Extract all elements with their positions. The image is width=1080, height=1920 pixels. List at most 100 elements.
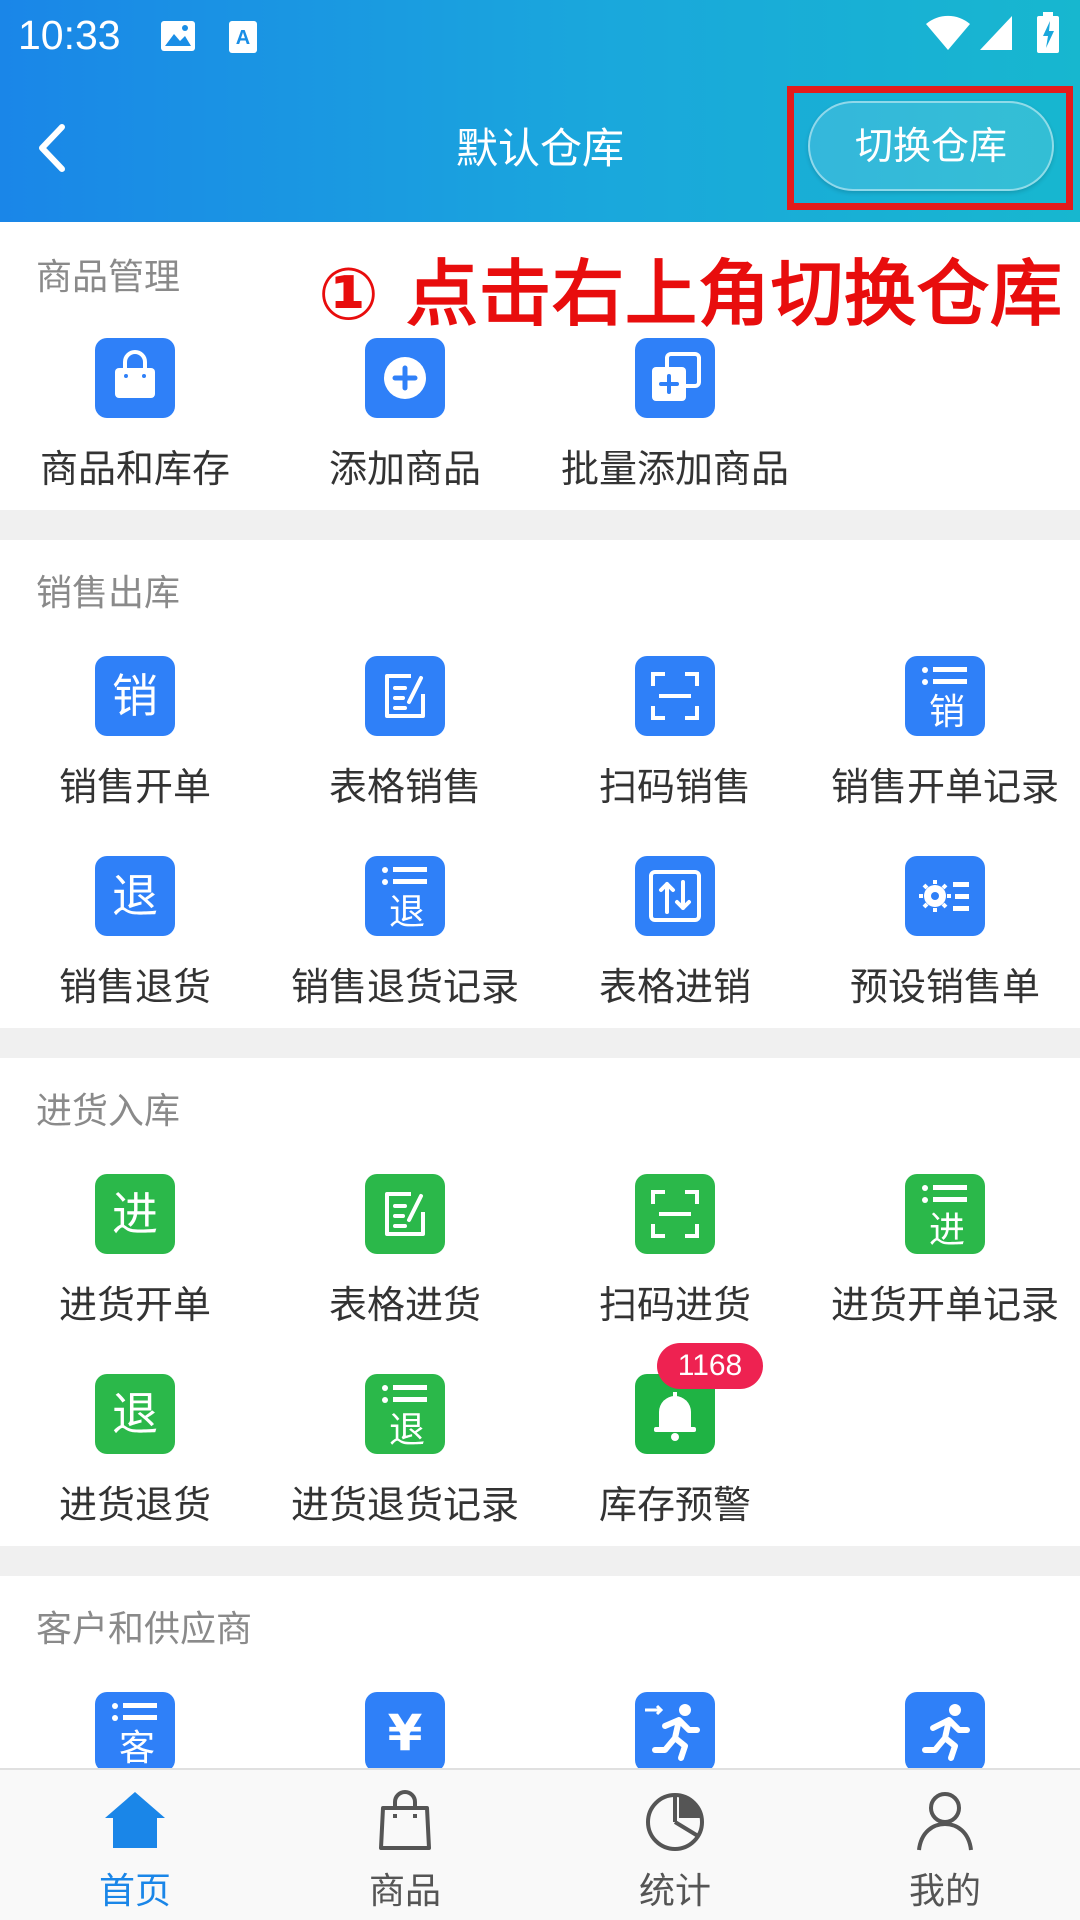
section-title: 商品管理 bbox=[36, 257, 181, 298]
shopping-bag-icon bbox=[95, 338, 175, 418]
tile-scan-purchase[interactable]: 扫码进货 bbox=[540, 1174, 810, 1334]
svg-text:销: 销 bbox=[112, 669, 158, 723]
section-divider bbox=[0, 1546, 1080, 1576]
copy-plus-icon bbox=[635, 338, 715, 418]
tile-label: 进货开单 bbox=[58, 1283, 211, 1327]
svg-text:退: 退 bbox=[112, 869, 158, 923]
tab-home[interactable]: 首页 bbox=[0, 1770, 270, 1920]
tile-sales-order-records[interactable]: 销 销售开单记录 bbox=[810, 656, 1080, 816]
tile-label: 扫码进货 bbox=[598, 1283, 751, 1327]
svg-text:进: 进 bbox=[929, 1210, 965, 1251]
tile-purchase-order[interactable]: 进 进货开单 bbox=[0, 1174, 270, 1334]
status-bar: 10:33 A bbox=[0, 0, 1080, 75]
tile-label: 表格进货 bbox=[328, 1283, 481, 1327]
tile-table-sales[interactable]: 表格销售 bbox=[270, 656, 540, 816]
tile-label: 表格销售 bbox=[328, 765, 481, 809]
svg-text:客: 客 bbox=[119, 1728, 155, 1769]
home-icon bbox=[103, 1788, 167, 1852]
sale-glyph-icon: 销 bbox=[95, 656, 175, 736]
tile-label: 进货开单记录 bbox=[830, 1283, 1059, 1327]
tab-me[interactable]: 我的 bbox=[810, 1770, 1080, 1920]
runner-icon bbox=[905, 1692, 985, 1772]
pie-chart-icon bbox=[643, 1788, 707, 1852]
return-list-icon: 退 bbox=[365, 856, 445, 936]
tab-label: 我的 bbox=[908, 1871, 981, 1912]
svg-text:退: 退 bbox=[389, 892, 425, 933]
user-icon bbox=[913, 1788, 977, 1852]
header: 10:33 A 默认仓库 切换仓库 bbox=[0, 0, 1080, 222]
tile-purchase-return-records[interactable]: 退 进货退货记录 bbox=[270, 1374, 540, 1534]
tab-label: 首页 bbox=[98, 1871, 171, 1912]
tile-add-goods[interactable]: 添加商品 bbox=[270, 338, 540, 498]
svg-text:退: 退 bbox=[389, 1410, 425, 1451]
return-glyph-icon: 退 bbox=[95, 1374, 175, 1454]
tile-label: 添加商品 bbox=[328, 447, 481, 491]
nav-bar: 默认仓库 切换仓库 bbox=[0, 75, 1080, 222]
scan-icon bbox=[635, 656, 715, 736]
purchase-list-icon: 进 bbox=[905, 1174, 985, 1254]
runner-arrow-icon bbox=[635, 1692, 715, 1772]
tile-table-purchase[interactable]: 表格进货 bbox=[270, 1174, 540, 1334]
tile-table-in-out[interactable]: 表格进销 bbox=[540, 856, 810, 1016]
tile-label: 销售开单 bbox=[58, 765, 211, 809]
bottom-tab-bar: 首页 商品 统计 我的 bbox=[0, 1768, 1080, 1920]
swap-arrows-icon bbox=[635, 856, 715, 936]
svg-text:销: 销 bbox=[929, 692, 965, 733]
section-title: 客户和供应商 bbox=[36, 1609, 253, 1650]
tile-label: 批量添加商品 bbox=[560, 447, 789, 491]
scan-icon bbox=[635, 1174, 715, 1254]
tile-label: 销售退货 bbox=[58, 965, 211, 1009]
section-divider bbox=[0, 510, 1080, 540]
tile-goods-inventory[interactable]: 商品和库存 bbox=[0, 338, 270, 498]
svg-text:进: 进 bbox=[112, 1187, 158, 1241]
shopping-bag-icon bbox=[373, 1788, 437, 1852]
svg-text:退: 退 bbox=[112, 1387, 158, 1441]
tile-label: 销售开单记录 bbox=[830, 765, 1059, 809]
screen: 10:33 A 默认仓库 切换仓库 商品管理 ① 点击右上角切换仓库 商品和库存… bbox=[0, 0, 1080, 1920]
tab-label: 统计 bbox=[638, 1871, 711, 1912]
stock-alert-badge: 1168 bbox=[657, 1343, 763, 1389]
tile-stock-alert[interactable]: 库存预警 bbox=[540, 1374, 810, 1534]
image-icon bbox=[160, 20, 196, 56]
svg-text:¥: ¥ bbox=[388, 1704, 423, 1762]
tile-purchase-order-records[interactable]: 进 进货开单记录 bbox=[810, 1174, 1080, 1334]
tile-purchase-return[interactable]: 退 进货退货 bbox=[0, 1374, 270, 1534]
tile-label: 进货退货记录 bbox=[290, 1483, 519, 1527]
tile-label: 预设销售单 bbox=[849, 965, 1040, 1009]
tile-scan-sales[interactable]: 扫码销售 bbox=[540, 656, 810, 816]
purchase-glyph-icon: 进 bbox=[95, 1174, 175, 1254]
edit-sheet-icon bbox=[365, 1174, 445, 1254]
plus-circle-icon bbox=[365, 338, 445, 418]
tile-preset-sales-order[interactable]: 预设销售单 bbox=[810, 856, 1080, 1016]
signal-icon bbox=[978, 14, 1014, 56]
section-title: 进货入库 bbox=[36, 1091, 181, 1132]
tile-batch-add-goods[interactable]: 批量添加商品 bbox=[540, 338, 810, 498]
tile-sales-return[interactable]: 退 销售退货 bbox=[0, 856, 270, 1016]
tile-label: 销售退货记录 bbox=[290, 965, 519, 1009]
switch-warehouse-button[interactable]: 切换仓库 bbox=[808, 101, 1054, 191]
tile-sales-order[interactable]: 销 销售开单 bbox=[0, 656, 270, 816]
tile-label: 库存预警 bbox=[598, 1483, 751, 1527]
svg-text:A: A bbox=[236, 27, 250, 49]
tile-label: 扫码销售 bbox=[598, 765, 751, 809]
battery-charging-icon bbox=[1036, 12, 1060, 58]
status-time: 10:33 bbox=[18, 12, 121, 58]
wifi-icon bbox=[924, 14, 972, 56]
tab-stats[interactable]: 统计 bbox=[540, 1770, 810, 1920]
yuan-icon: ¥ bbox=[365, 1692, 445, 1772]
tab-goods[interactable]: 商品 bbox=[270, 1770, 540, 1920]
font-icon: A bbox=[228, 20, 258, 58]
tile-label: 商品和库存 bbox=[39, 447, 230, 491]
annotation-text: ① 点击右上角切换仓库 bbox=[318, 252, 1064, 336]
tile-label: 表格进销 bbox=[598, 965, 751, 1009]
edit-sheet-icon bbox=[365, 656, 445, 736]
tile-label: 进货退货 bbox=[58, 1483, 211, 1527]
tab-label: 商品 bbox=[368, 1871, 441, 1912]
section-title: 销售出库 bbox=[36, 573, 181, 614]
tile-sales-return-records[interactable]: 退 销售退货记录 bbox=[270, 856, 540, 1016]
sale-list-icon: 销 bbox=[905, 656, 985, 736]
return-list-icon: 退 bbox=[365, 1374, 445, 1454]
section-divider bbox=[0, 1028, 1080, 1058]
return-glyph-icon: 退 bbox=[95, 856, 175, 936]
customer-list-icon: 客 bbox=[95, 1692, 175, 1772]
